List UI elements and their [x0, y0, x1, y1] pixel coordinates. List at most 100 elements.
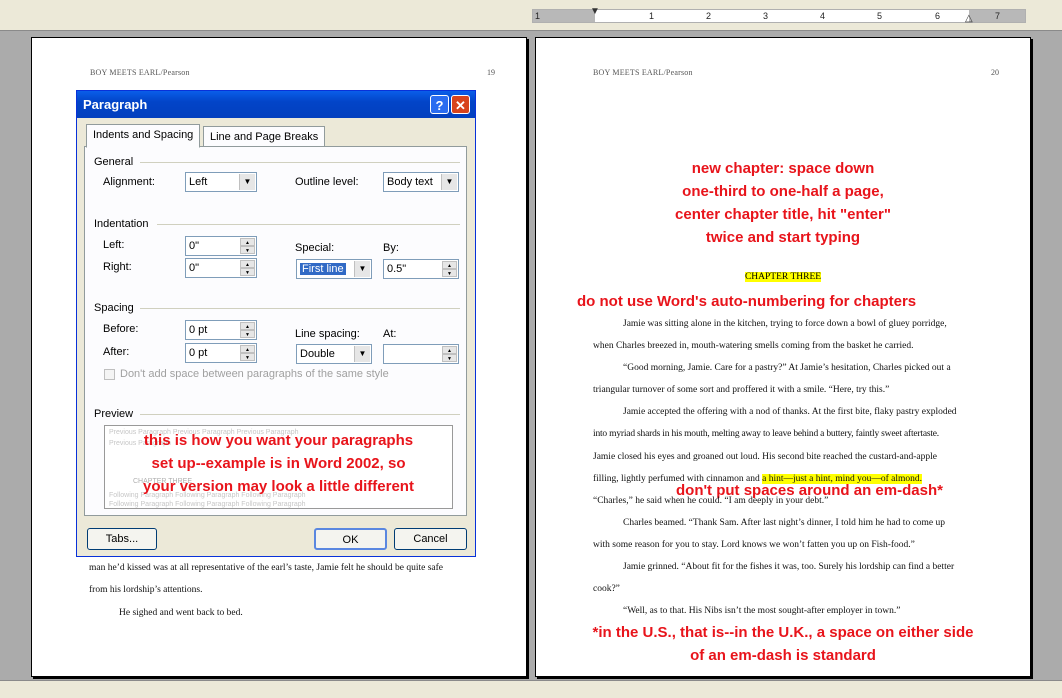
status-bar: [0, 680, 1062, 698]
left-indent-label: Left:: [103, 239, 125, 251]
chevron-down-icon: ▼: [354, 346, 370, 362]
preview-note-annotation: this is how you want your paragraphs set…: [143, 432, 414, 495]
new-chapter-annotation: new chapter: space down one-third to one…: [675, 160, 891, 246]
footnote-annotation: *in the U.S., that is--in the U.K., a sp…: [592, 624, 974, 664]
page-header: BOY MEETS EARL/Pearson: [593, 68, 693, 77]
page-number: 20: [991, 68, 999, 77]
chevron-down-icon: ▼: [354, 261, 370, 277]
auto-numbering-annotation: do not use Word's auto-numbering for cha…: [577, 293, 917, 310]
body-line: into myriad shards in his mouth, melting…: [593, 429, 939, 439]
right-page: BOY MEETS EARL/Pearson 20 new chapter: s…: [535, 37, 1031, 677]
help-icon[interactable]: ?: [430, 95, 449, 114]
body-line: He sighed and went back to bed.: [119, 608, 243, 618]
preview-ghost-text: Following Paragraph Following Paragraph …: [109, 501, 306, 508]
before-label: Before:: [103, 323, 139, 335]
preview-box: Previous Paragraph Previous Paragraph Pr…: [104, 425, 453, 509]
chevron-down-icon: ▼: [441, 174, 457, 190]
page-number: 19: [487, 68, 495, 77]
spin-down-icon[interactable]: ▼: [240, 246, 255, 254]
indentation-group-label: Indentation: [94, 218, 149, 230]
body-line: from his lordship’s attentions.: [89, 585, 203, 595]
dialog-titlebar[interactable]: Paragraph ? ✕: [77, 91, 475, 118]
cancel-button[interactable]: Cancel: [394, 528, 467, 550]
ruler-number: 6: [935, 11, 941, 21]
ruler-number: 4: [820, 11, 826, 21]
line-spacing-value: Double: [300, 348, 335, 360]
preview-group-label: Preview: [94, 408, 134, 420]
chapter-title-wrap: CHAPTER THREE: [536, 272, 1030, 282]
after-label: After:: [103, 346, 130, 358]
spin-up-icon[interactable]: ▲: [240, 238, 255, 246]
dialog-title: Paragraph: [83, 97, 148, 112]
ruler-margin-left: [533, 10, 595, 22]
body-line: Jamie closed his eyes and groaned out lo…: [593, 452, 937, 462]
body-line: cook?”: [593, 584, 620, 594]
body-line: triangular turnover of some sort and pro…: [593, 385, 890, 395]
chapter-title: CHAPTER THREE: [744, 272, 822, 282]
after-value: 0 pt: [189, 347, 208, 359]
chevron-down-icon: ▼: [239, 174, 255, 190]
outline-level-label: Outline level:: [295, 176, 359, 188]
body-line: Jamie grinned. “About fit for the fishes…: [623, 562, 955, 572]
line-spacing-select[interactable]: Double ▼: [296, 344, 372, 364]
outline-level-value: Body text: [387, 176, 433, 188]
divider: [140, 162, 460, 163]
ruler-number: 7: [995, 11, 1001, 21]
right-indent-spinner[interactable]: 0" ▲ ▼: [185, 258, 257, 278]
general-group-label: General: [94, 156, 134, 168]
ruler-number: 3: [763, 11, 769, 21]
by-value: 0.5": [387, 263, 407, 275]
alignment-select[interactable]: Left ▼: [185, 172, 257, 192]
line-spacing-label: Line spacing:: [295, 328, 360, 340]
body-line: “Good morning, Jamie. Care for a pastry?…: [623, 363, 951, 373]
spin-down-icon[interactable]: ▼: [240, 353, 255, 361]
by-spinner[interactable]: 0.5" ▲ ▼: [383, 259, 459, 279]
special-label: Special:: [295, 242, 335, 254]
divider: [157, 224, 460, 225]
before-value: 0 pt: [189, 324, 208, 336]
spin-up-icon[interactable]: ▲: [442, 261, 457, 269]
before-spinner[interactable]: 0 pt ▲ ▼: [185, 320, 257, 340]
spin-up-icon[interactable]: ▲: [442, 346, 457, 354]
divider: [140, 308, 460, 309]
dont-add-space-label: Don't add space between paragraphs of th…: [120, 368, 389, 380]
first-line-indent-marker[interactable]: ▼: [590, 7, 600, 17]
spin-down-icon[interactable]: ▼: [240, 330, 255, 338]
spin-up-icon[interactable]: ▲: [240, 260, 255, 268]
body-line: Jamie accepted the offering with a nod o…: [623, 407, 957, 417]
body-line: when Charles breezed in, mouth-watering …: [593, 341, 914, 351]
spin-down-icon[interactable]: ▼: [442, 354, 457, 362]
dont-add-space-checkbox[interactable]: [104, 369, 115, 380]
at-spinner[interactable]: ▲ ▼: [383, 344, 459, 364]
left-indent-value: 0": [189, 240, 200, 252]
top-toolbar: 1 ▼ 1 2 3 4 5 6 △ 7: [0, 0, 1062, 31]
spin-up-icon[interactable]: ▲: [240, 345, 255, 353]
by-label: By:: [383, 242, 399, 254]
tab-line-and-page-breaks[interactable]: Line and Page Breaks: [203, 126, 326, 147]
ruler-number: 1: [535, 11, 541, 21]
divider: [140, 414, 460, 415]
horizontal-ruler[interactable]: 1 ▼ 1 2 3 4 5 6 △ 7: [532, 7, 1026, 24]
at-label: At:: [383, 328, 397, 340]
body-line: “Charles,” he said when he could. “I am …: [593, 496, 829, 506]
right-indent-value: 0": [189, 262, 200, 274]
tab-indents-and-spacing[interactable]: Indents and Spacing: [86, 124, 201, 148]
left-indent-spinner[interactable]: 0" ▲ ▼: [185, 236, 257, 256]
alignment-label: Alignment:: [103, 176, 155, 188]
special-indent-select[interactable]: First line ▼: [296, 259, 372, 279]
right-indent-marker[interactable]: △: [965, 14, 973, 24]
close-icon[interactable]: ✕: [451, 95, 470, 114]
spin-up-icon[interactable]: ▲: [240, 322, 255, 330]
spacing-group-label: Spacing: [94, 302, 134, 314]
spin-down-icon[interactable]: ▼: [240, 268, 255, 276]
ruler-number: 1: [649, 11, 655, 21]
ok-button[interactable]: OK: [314, 528, 387, 550]
outline-level-select[interactable]: Body text ▼: [383, 172, 459, 192]
body-line: “Well, as to that. His Nibs isn’t the mo…: [623, 606, 901, 616]
tabs-button[interactable]: Tabs...: [87, 528, 157, 550]
right-indent-label: Right:: [103, 261, 132, 273]
spin-down-icon[interactable]: ▼: [442, 269, 457, 277]
after-spinner[interactable]: 0 pt ▲ ▼: [185, 343, 257, 363]
body-line: Charles beamed. “Thank Sam. After last n…: [623, 518, 946, 528]
alignment-value: Left: [189, 176, 208, 188]
